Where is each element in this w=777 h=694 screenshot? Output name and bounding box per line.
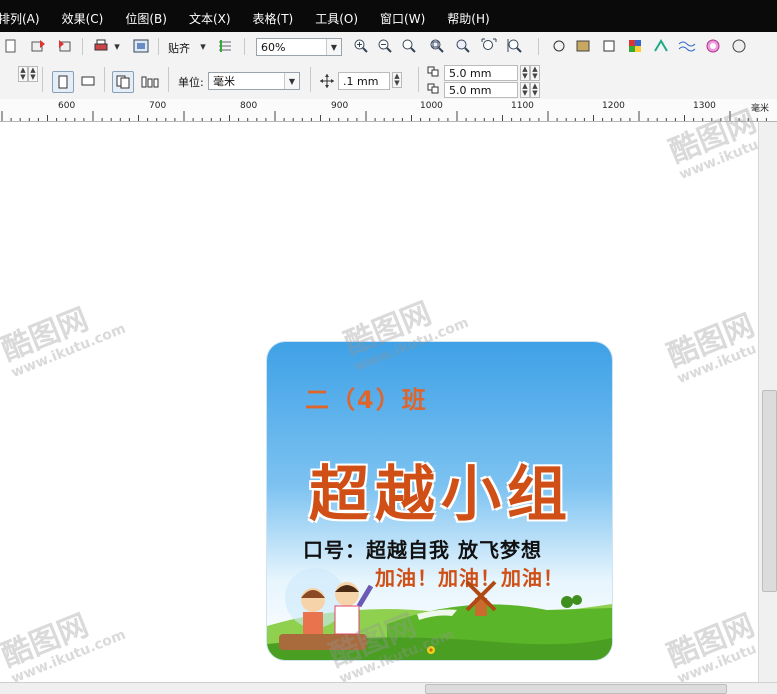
export-icon[interactable] [56,37,74,55]
zoom-in-icon[interactable] [352,37,370,55]
duplicate-offset-x-input[interactable]: 5.0 mm [444,65,518,81]
menu-table[interactable]: 表格(T) [253,9,304,29]
rectangle-tool-icon[interactable] [600,37,618,55]
ruler-label-600: 600 [58,101,76,111]
snap-label[interactable]: 贴齐 [168,40,190,56]
dup-y-spinner[interactable]: ▲ ▼ [520,82,530,98]
node-edit-icon[interactable] [550,37,568,55]
connector-tool-icon[interactable] [652,37,670,55]
new-icon[interactable] [2,37,20,55]
nudge-icon [318,72,336,90]
ruler-label-900: 900 [331,101,349,111]
ruler-label-1000: 1000 [420,101,443,111]
texture-fill-icon[interactable] [574,37,592,55]
duplicate-offset-y-value: 5.0 mm [449,83,492,97]
menu-effects[interactable]: 效果(C) [62,9,114,29]
ellipse-tool-icon[interactable] [730,37,748,55]
ruler-label-1100: 1100 [511,101,534,111]
zoom-all-icon[interactable] [428,37,446,55]
zoom-width-icon[interactable] [480,37,498,55]
snap-dropdown-icon[interactable]: ▾ [198,37,208,55]
dup-y-spinner-2[interactable]: ▲ ▼ [530,82,540,98]
zoom-level-combo[interactable]: 60% ▼ [256,38,342,56]
zoom-level-value: 60% [261,40,286,54]
nudge-distance-value: .1 mm [343,74,379,88]
drawing-canvas[interactable]: 二（4）班 超越小组 口号：超越自我 放飞梦想 加油！加油！加油！ 酷图网 ww… [0,104,777,687]
duplicate-offset-y-input[interactable]: 5.0 mm [444,82,518,98]
ruler-ticks [1,111,767,121]
menu-bitmaps[interactable]: 位图(B) [125,9,177,29]
color-grid-icon[interactable] [626,37,644,55]
page-landscape-icon[interactable] [78,71,98,91]
ruler-unit: 毫米 [750,104,769,114]
application-launcher-icon[interactable] [132,37,150,55]
envelope-tool-icon[interactable] [678,37,696,55]
group-name-text: 超越小组 [309,460,573,530]
menu-bar: 排列(A) 效果(C) 位图(B) 文本(X) 表格(T) 工具(O) 窗口(W… [0,0,777,32]
ruler-label-800: 800 [240,101,258,111]
slogan-line-1: 口号：超越自我 放飞梦想 [303,538,542,562]
chevron-down-icon[interactable]: ▼ [326,39,341,55]
duplicate-offset-x-value: 5.0 mm [449,66,492,80]
unit-value: 毫米 [213,75,235,88]
current-page-icon[interactable] [140,71,160,91]
ruler-label-700: 700 [149,101,167,111]
menu-window[interactable]: 窗口(W) [380,9,435,29]
unit-select[interactable]: 毫米 ▼ [208,72,300,90]
dup-x-spinner-2[interactable]: ▲ ▼ [530,65,540,81]
all-pages-icon[interactable] [112,71,134,93]
import-icon[interactable] [30,37,48,55]
watermark: 酷图网 www.ikutu.com [0,607,128,688]
class-name-text: 二（4）班 [305,386,428,414]
watermark: 酷图网 www.ikutu.com [0,301,128,382]
menu-arrange[interactable]: 排列(A) [0,9,50,29]
dup-x-icon [426,65,442,79]
nudge-spinner[interactable]: ▲ ▼ [392,72,402,88]
print-icon[interactable] [92,37,110,55]
landscape-illustration [267,568,612,660]
vertical-scrollbar[interactable] [758,122,777,682]
nudge-distance-input[interactable]: .1 mm [338,72,390,90]
page-portrait-icon[interactable] [52,71,74,93]
standard-toolbar: ▾ 贴齐 ▾ 60% ▼ [0,32,777,62]
flower-icon [427,646,435,654]
snap-icon[interactable] [216,37,234,55]
vertical-scroll-thumb[interactable] [762,390,777,592]
chevron-down-icon[interactable]: ▼ [284,73,299,89]
zoom-out-icon[interactable] [376,37,394,55]
dup-y-icon [426,82,442,96]
ruler-label-1300: 1300 [693,101,716,111]
spiral-tool-icon[interactable] [704,37,722,55]
unit-label: 单位: [178,76,204,89]
print-dropdown-icon[interactable]: ▾ [112,37,122,55]
menu-help[interactable]: 帮助(H) [447,9,499,29]
property-bar: ▲ ▼ ▲ ▼ 单位: 毫米 ▼ .1 mm ▲ ▼ 5.0 mm ▲ ▼ ▲ ▼ 5.0… [0,61,777,100]
class-sign-artwork[interactable]: 二（4）班 超越小组 口号：超越自我 放飞梦想 加油！加油！加油！ [267,342,612,660]
height-spinner[interactable]: ▲ ▼ [28,66,38,82]
zoom-page-icon[interactable] [454,37,472,55]
width-spinner[interactable]: ▲ ▼ [18,66,28,82]
dup-x-spinner[interactable]: ▲ ▼ [520,65,530,81]
zoom-height-icon[interactable] [506,37,524,55]
menu-text[interactable]: 文本(X) [189,9,241,29]
ruler-label-1200: 1200 [602,101,625,111]
menu-tools[interactable]: 工具(O) [315,9,368,29]
children-illustration [279,568,374,650]
zoom-selected-icon[interactable] [400,37,418,55]
horizontal-scrollbar[interactable] [0,682,777,694]
horizontal-ruler[interactable]: 600 700 800 900 1000 1100 1200 1300 毫米 [0,99,777,122]
